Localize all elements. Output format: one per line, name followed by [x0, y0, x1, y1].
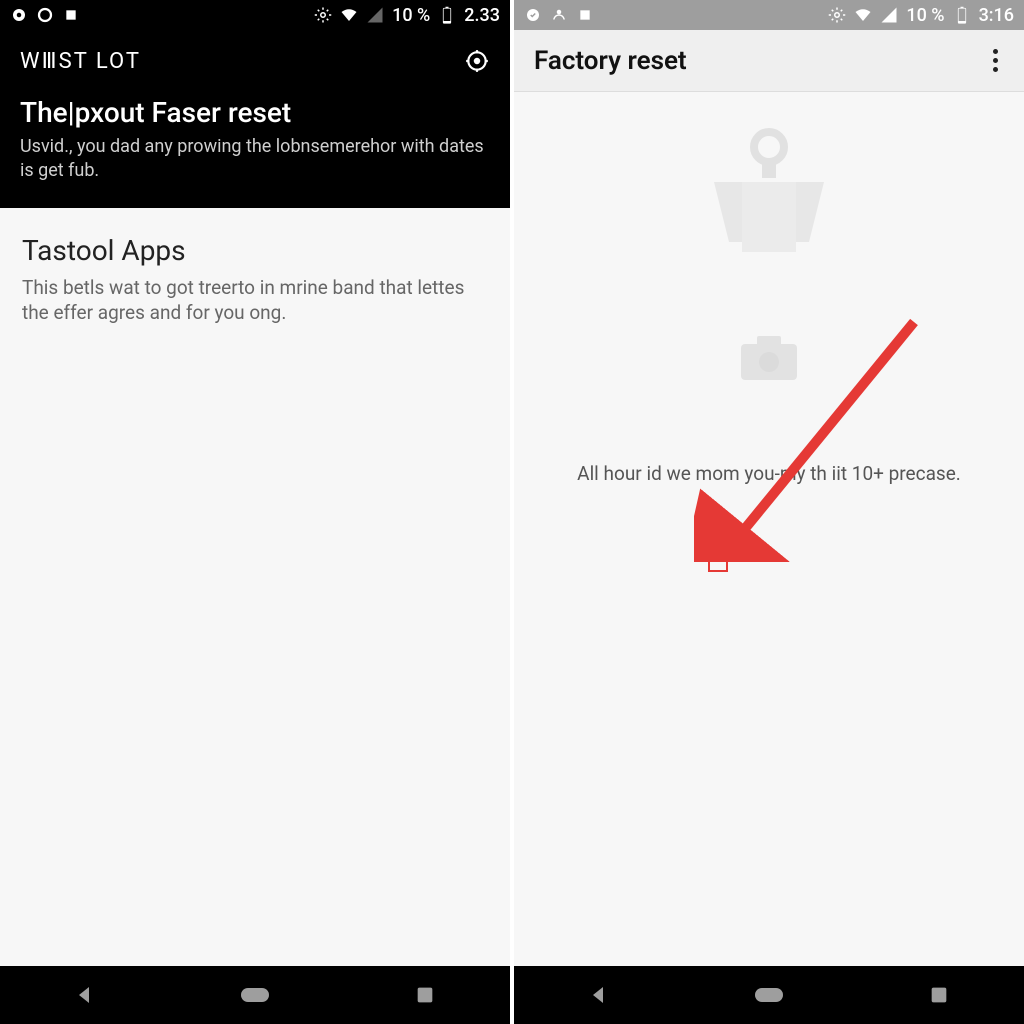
content-left: Tastool Apps This betls wat to got treer…: [0, 208, 510, 966]
nav-back-button[interactable]: [71, 981, 99, 1009]
section-body: This betls wat to got treerto in mrine b…: [22, 275, 488, 326]
battery-percent: 10 %: [906, 5, 944, 26]
nav-home-button[interactable]: [241, 981, 269, 1009]
brand-title: WⅢST LOT: [20, 49, 141, 74]
annotation-arrow-icon: [694, 292, 954, 562]
target-icon[interactable]: [464, 48, 490, 74]
header-dark: WⅢST LOT The|pxout Faser reset Usvid., y…: [0, 30, 510, 208]
header-title: The|pxout Faser reset: [20, 96, 490, 129]
header-subtitle: Usvid., you dad any prowing the lobnseme…: [20, 135, 490, 184]
nav-home-button[interactable]: [755, 981, 783, 1009]
nav-back-button[interactable]: [585, 981, 613, 1009]
camera-icon: [739, 332, 799, 382]
phone-left: 10 % 2.33 WⅢST LOT The|pxout Faser reset…: [0, 0, 510, 1024]
cell-signal-icon: [880, 6, 898, 24]
notif-icon-c: [576, 6, 594, 24]
content-right: All hour id we mom you-my th iit 10+ pre…: [514, 92, 1024, 966]
wifi-icon: [854, 6, 872, 24]
status-bar-left: 10 % 2.33: [0, 0, 510, 30]
app-bar: Factory reset: [514, 30, 1024, 92]
battery-icon: [438, 6, 456, 24]
wifi-icon: [340, 6, 358, 24]
nav-recent-button[interactable]: [925, 981, 953, 1009]
settings-gear-icon: [828, 6, 846, 24]
notif-icon-3: [62, 6, 80, 24]
notif-icon-1: [10, 6, 28, 24]
clock-time: 3:16: [979, 5, 1014, 26]
notif-icon-b: [550, 6, 568, 24]
notif-icon-a: [524, 6, 542, 24]
settings-gear-icon: [314, 6, 332, 24]
section-title: Tastool Apps: [22, 234, 488, 267]
nav-bar-right: [514, 966, 1024, 1024]
status-bar-right: 10 % 3:16: [514, 0, 1024, 30]
nav-recent-button[interactable]: [411, 981, 439, 1009]
notif-icon-2: [36, 6, 54, 24]
screen-title: Factory reset: [534, 46, 687, 76]
battery-percent: 10 %: [392, 5, 430, 26]
nav-bar-left: [0, 966, 510, 1024]
annotation-highlight-box: [708, 542, 728, 572]
info-text: All hour id we mom you-my th iit 10+ pre…: [557, 462, 981, 485]
battery-icon: [953, 6, 971, 24]
clock-time: 2.33: [464, 5, 500, 26]
reset-illustration-icon: [694, 122, 844, 292]
overflow-menu-icon[interactable]: [987, 43, 1004, 78]
phone-right: 10 % 3:16 Factory reset: [514, 0, 1024, 1024]
cell-signal-icon: [366, 6, 384, 24]
